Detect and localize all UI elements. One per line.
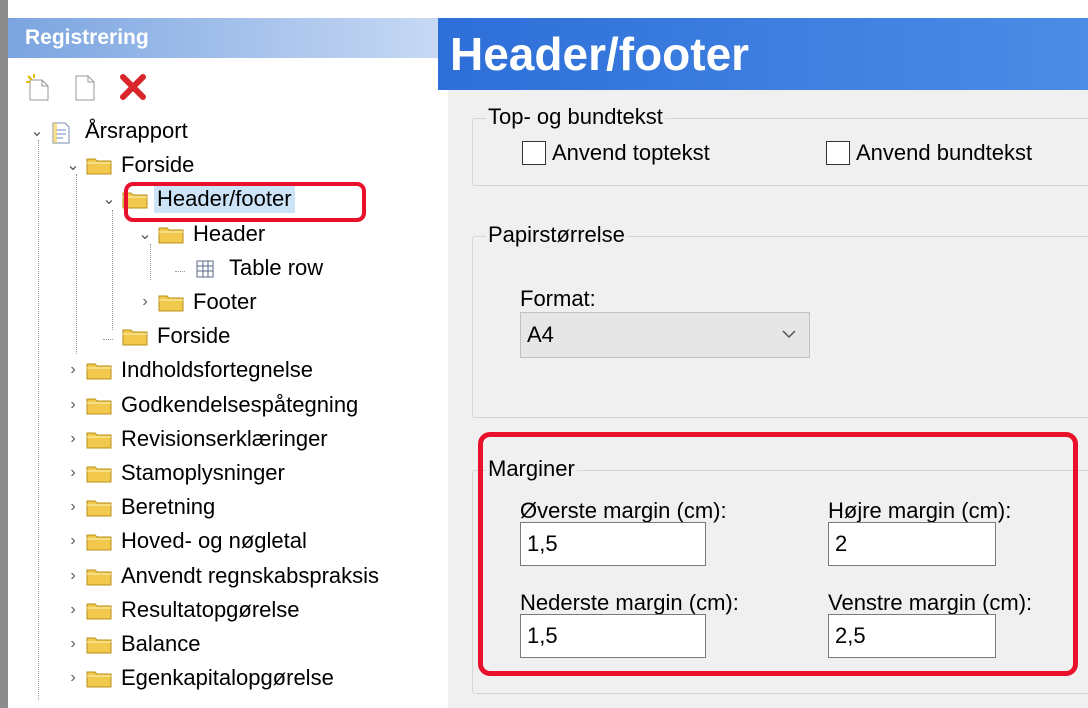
document-icon[interactable]: [70, 72, 100, 107]
tree-panel: Registrering ⌄ Årsrapport ⌄ Forside ⌄ Header/…: [0, 0, 438, 708]
folder-icon: [122, 326, 148, 346]
folder-icon: [86, 360, 112, 380]
tree-item[interactable]: › Hoved- og nøgletal: [64, 524, 310, 558]
tree-item[interactable]: › Stamoplysninger: [64, 456, 288, 490]
tree-item-label: Hoved- og nøgletal: [121, 528, 307, 554]
delete-icon[interactable]: [118, 72, 148, 107]
folder-icon: [86, 668, 112, 688]
use-footer-checkbox[interactable]: [826, 141, 850, 165]
group-title-top-bottom: Top- og bundtekst: [486, 104, 665, 130]
page-title: Header/footer: [438, 18, 1088, 90]
format-label: Format:: [520, 286, 596, 311]
tree-item-label: Egenkapitalopgørelse: [121, 665, 334, 691]
tree-item[interactable]: › Footer: [136, 285, 260, 319]
tree-item-label: Revisionserklæringer: [121, 425, 328, 451]
folder-icon: [158, 292, 184, 312]
folder-icon: [86, 531, 112, 551]
use-footer-checkbox-row[interactable]: Anvend bundtekst: [826, 140, 1032, 166]
group-title-paper: Papirstørrelse: [486, 222, 627, 248]
tree-item[interactable]: › Indholdsfortegnelse: [64, 353, 316, 387]
tree-item[interactable]: › Egenkapitalopgørelse: [64, 661, 337, 695]
format-select[interactable]: A4: [520, 312, 810, 358]
tree-guide-line: [38, 140, 39, 700]
tree-guide-line: [112, 210, 113, 330]
chevron-right-icon[interactable]: ›: [64, 430, 82, 448]
window-edge: [0, 0, 8, 708]
tree-item[interactable]: ⌄ Årsrapport: [28, 114, 191, 148]
tree-item[interactable]: › Revisionserklæringer: [64, 422, 331, 456]
tree-item-label: Balance: [121, 631, 201, 656]
tree-item-label: Anvendt regnskabspraksis: [121, 562, 380, 588]
chevron-right-icon[interactable]: ›: [64, 601, 82, 619]
tree-connector: [100, 327, 118, 345]
tree-item-label: Indholdsfortegnelse: [121, 357, 314, 383]
folder-icon: [86, 395, 112, 415]
folder-icon: [86, 429, 112, 449]
tree-guide-line: [76, 174, 77, 354]
tree-item-label: Årsrapport: [85, 118, 188, 143]
format-value: A4: [527, 322, 554, 347]
tree-connector: [172, 259, 190, 277]
tree-item-label: Godkendelsespåtegning: [121, 391, 359, 417]
tree-item[interactable]: › Anvendt regnskabspraksis: [64, 559, 382, 593]
chevron-down-icon: [781, 313, 797, 373]
chevron-right-icon[interactable]: ›: [64, 567, 82, 585]
tree-guide-line: [150, 244, 151, 280]
tree-item-label: Table row: [229, 254, 324, 280]
top-strip: [438, 0, 1088, 18]
report-icon: [50, 121, 76, 144]
tree-item-label: Forside: [121, 152, 195, 178]
folder-icon: [86, 155, 112, 175]
chevron-down-icon[interactable]: ⌄: [100, 189, 118, 209]
tree-item-label: Forside: [157, 323, 231, 349]
tree-item-label: Resultatopgørelse: [121, 596, 300, 622]
use-header-checkbox[interactable]: [522, 141, 546, 165]
tree-item-label: Footer: [193, 289, 257, 314]
chevron-right-icon[interactable]: ›: [64, 464, 82, 482]
chevron-right-icon[interactable]: ›: [64, 635, 82, 653]
panel-title: Registrering: [8, 18, 438, 58]
folder-icon: [86, 634, 112, 654]
folder-icon: [86, 600, 112, 620]
tree-item[interactable]: › Beretning: [64, 490, 218, 524]
chevron-down-icon[interactable]: ⌄: [136, 224, 154, 244]
table-icon: [194, 258, 220, 278]
chevron-right-icon[interactable]: ›: [64, 396, 82, 414]
use-header-label: Anvend toptekst: [552, 140, 710, 165]
chevron-down-icon[interactable]: ⌄: [64, 155, 82, 175]
chevron-right-icon[interactable]: ›: [64, 532, 82, 550]
tree-item[interactable]: ⌄ Forside: [64, 148, 197, 182]
tree-item[interactable]: › Balance: [64, 627, 204, 661]
folder-icon: [158, 224, 184, 244]
chevron-right-icon[interactable]: ›: [136, 293, 154, 311]
tree-item[interactable]: › Resultatopgørelse: [64, 593, 303, 627]
tree-item-label: Beretning: [121, 494, 216, 520]
highlight-annotation-margins: [478, 432, 1078, 676]
folder-icon: [86, 497, 112, 517]
chevron-right-icon[interactable]: ›: [64, 498, 82, 516]
use-header-checkbox-row[interactable]: Anvend toptekst: [522, 140, 710, 166]
tree-item-label: Stamoplysninger: [121, 460, 285, 485]
tree-item[interactable]: Table row: [172, 251, 326, 285]
folder-icon: [86, 463, 112, 483]
use-footer-label: Anvend bundtekst: [856, 140, 1033, 165]
tree-item-label: Header: [193, 220, 266, 246]
chevron-down-icon[interactable]: ⌄: [28, 121, 46, 141]
tree-item[interactable]: Forside: [100, 319, 233, 353]
highlight-annotation: [124, 182, 366, 222]
tree-item[interactable]: › Godkendelsespåtegning: [64, 388, 361, 422]
folder-icon: [86, 566, 112, 586]
chevron-right-icon[interactable]: ›: [64, 361, 82, 379]
chevron-right-icon[interactable]: ›: [64, 669, 82, 687]
new-icon[interactable]: [24, 72, 54, 107]
